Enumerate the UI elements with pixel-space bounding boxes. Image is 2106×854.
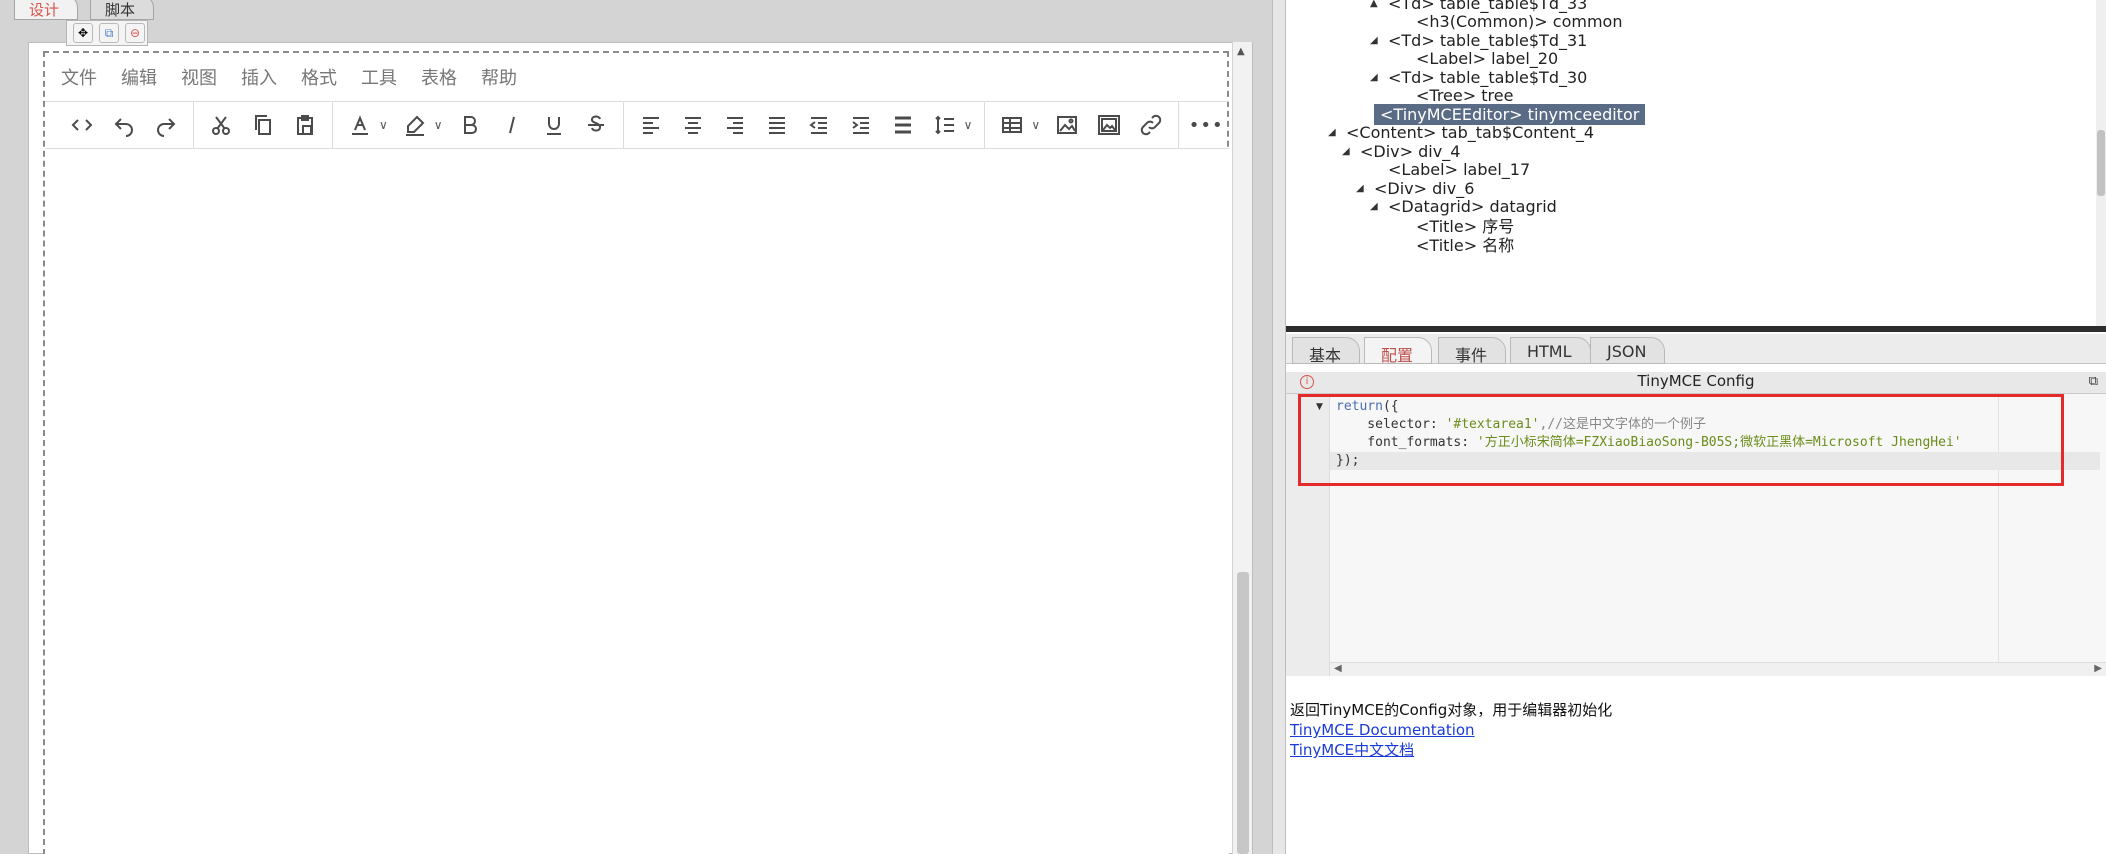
scroll-left-icon[interactable]: ◀ — [1334, 663, 1342, 674]
move-icon[interactable]: ✥ — [73, 23, 93, 43]
tree-scrollbar[interactable] — [2096, 0, 2106, 326]
chevron-down-icon[interactable]: ∨ — [434, 118, 443, 132]
toolbar-group-history — [55, 101, 194, 149]
tinymce-editor[interactable]: 文件 编辑 视图 插入 格式 工具 表格 帮助 ∨ ∨ ∨ ∨ ••• — [43, 51, 1229, 854]
undo-icon[interactable] — [109, 108, 139, 142]
line-height-icon[interactable] — [930, 108, 960, 142]
toolbar-group-align: ∨ — [624, 101, 986, 149]
source-code-icon[interactable] — [67, 108, 97, 142]
component-handle-bar: ✥ ⧉ ⊖ — [66, 20, 148, 46]
chevron-down-icon[interactable]: ∨ — [1031, 118, 1040, 132]
tab-配置[interactable]: 配置 — [1364, 337, 1433, 365]
link-tinymce-chinese-docs[interactable]: TinyMCE中文文档 — [1290, 740, 2102, 760]
link-tinymce-documentation[interactable]: TinyMCE Documentation — [1290, 720, 2102, 740]
highlight-color-icon[interactable] — [400, 108, 430, 142]
inspector-panel: ▲ <Td> table_table$Td_33 <h3(Common)> comm… — [1286, 0, 2106, 854]
tab-json[interactable]: JSON — [1590, 337, 1666, 364]
expand-toggle-icon[interactable]: ◢ — [1342, 146, 1352, 157]
outdent-icon[interactable] — [804, 108, 834, 142]
design-canvas: 文件 编辑 视图 插入 格式 工具 表格 帮助 ∨ ∨ ∨ ∨ ••• — [28, 42, 1253, 854]
media-icon[interactable] — [1094, 108, 1124, 142]
highlight-annotation-box — [1298, 394, 2064, 486]
menu-item[interactable]: 插入 — [241, 64, 277, 90]
underline-icon[interactable] — [539, 108, 569, 142]
expand-toggle-icon[interactable]: ◢ — [1356, 183, 1366, 194]
bullet-list-icon[interactable] — [888, 108, 918, 142]
tab-design[interactable]: 设计 — [14, 0, 79, 20]
justify-icon[interactable] — [762, 108, 792, 142]
chevron-down-icon[interactable]: ∨ — [964, 118, 973, 132]
canvas-scrollbar[interactable]: ▲ — [1232, 42, 1252, 854]
component-tree: ▲ <Td> table_table$Td_33 <h3(Common)> comm… — [1286, 0, 2106, 326]
copy-icon[interactable]: ⧉ — [99, 23, 119, 43]
expand-toggle-icon[interactable]: ▲ — [1370, 0, 1380, 9]
tree-node[interactable]: <Title> 名称 — [1398, 233, 1514, 255]
editor-toolbar: ∨ ∨ ∨ ∨ ••• — [45, 101, 1229, 149]
tab-script[interactable]: 脚本 — [90, 0, 155, 20]
redo-icon[interactable] — [151, 108, 181, 142]
toolbar-group-insert: ∨ — [985, 101, 1180, 149]
help-section: 返回TinyMCE的Config对象，用于编辑器初始化 TinyMCE Docu… — [1290, 700, 2102, 760]
delete-icon[interactable]: ⊖ — [125, 23, 145, 43]
paste-icon[interactable] — [290, 108, 320, 142]
document-tabs: 设计 脚本 — [0, 0, 1272, 22]
scroll-up-icon[interactable]: ▲ — [1237, 46, 1245, 57]
editor-menubar: 文件 编辑 视图 插入 格式 工具 表格 帮助 — [45, 53, 1229, 101]
menu-item[interactable]: 编辑 — [121, 64, 157, 90]
more-icon[interactable]: ••• — [1189, 108, 1223, 142]
scrollbar-thumb[interactable] — [2097, 130, 2105, 196]
expand-toggle-icon[interactable]: ◢ — [1370, 35, 1380, 46]
app-window: 设计 脚本 ✥ ⧉ ⊖ 文件 编辑 视图 插入 格式 工具 表格 帮助 ∨ ∨ … — [0, 0, 2106, 854]
menu-item[interactable]: 工具 — [361, 64, 397, 90]
indent-icon[interactable] — [846, 108, 876, 142]
expand-toggle-icon[interactable]: ◢ — [1370, 201, 1380, 212]
toolbar-group-more: ••• — [1179, 101, 1233, 149]
tree-node-label: <Title> 名称 — [1416, 235, 1515, 255]
code-horizontal-scrollbar[interactable]: ◀ ▶ — [1330, 662, 2106, 676]
tab-基本[interactable]: 基本 — [1292, 337, 1361, 365]
editor-content-area[interactable] — [45, 149, 1229, 854]
tab-事件[interactable]: 事件 — [1438, 337, 1507, 365]
config-editor-header: i TinyMCE Config ⧉ — [1286, 372, 2106, 394]
align-left-icon[interactable] — [636, 108, 666, 142]
cut-icon[interactable] — [206, 108, 236, 142]
text-color-icon[interactable] — [345, 108, 375, 142]
table-icon[interactable] — [997, 108, 1027, 142]
chevron-down-icon[interactable]: ∨ — [379, 118, 388, 132]
bold-icon[interactable] — [455, 108, 485, 142]
italic-icon[interactable] — [497, 108, 527, 142]
image-icon[interactable] — [1052, 108, 1082, 142]
menu-item[interactable]: 格式 — [301, 64, 337, 90]
strikethrough-icon[interactable] — [581, 108, 611, 142]
copy-icon[interactable] — [248, 108, 278, 142]
maximize-icon[interactable]: ⧉ — [2089, 374, 2098, 389]
panel-divider[interactable] — [1286, 326, 2106, 332]
link-icon[interactable] — [1136, 108, 1166, 142]
align-center-icon[interactable] — [678, 108, 708, 142]
menu-item[interactable]: 表格 — [421, 64, 457, 90]
config-title: TinyMCE Config — [1637, 372, 1755, 390]
toolbar-group-format: ∨ ∨ — [333, 101, 624, 149]
scrollbar-thumb[interactable] — [1237, 572, 1249, 854]
scroll-right-icon[interactable]: ▶ — [2094, 663, 2102, 674]
menu-item[interactable]: 视图 — [181, 64, 217, 90]
menu-item[interactable]: 帮助 — [481, 64, 517, 90]
expand-toggle-icon[interactable]: ◢ — [1328, 127, 1338, 138]
expand-toggle-icon[interactable]: ◢ — [1370, 72, 1380, 83]
property-tabs: 基本 配置 事件 HTML JSON — [1286, 334, 2106, 365]
toolbar-group-clipboard — [194, 101, 333, 149]
info-icon[interactable]: i — [1300, 375, 1314, 389]
align-right-icon[interactable] — [720, 108, 750, 142]
tab-html[interactable]: HTML — [1510, 337, 1591, 364]
menu-item[interactable]: 文件 — [61, 64, 97, 90]
design-panel: 设计 脚本 ✥ ⧉ ⊖ 文件 编辑 视图 插入 格式 工具 表格 帮助 ∨ ∨ … — [0, 0, 1272, 854]
panel-splitter[interactable] — [1272, 0, 1286, 854]
help-description: 返回TinyMCE的Config对象，用于编辑器初始化 — [1290, 701, 1613, 719]
